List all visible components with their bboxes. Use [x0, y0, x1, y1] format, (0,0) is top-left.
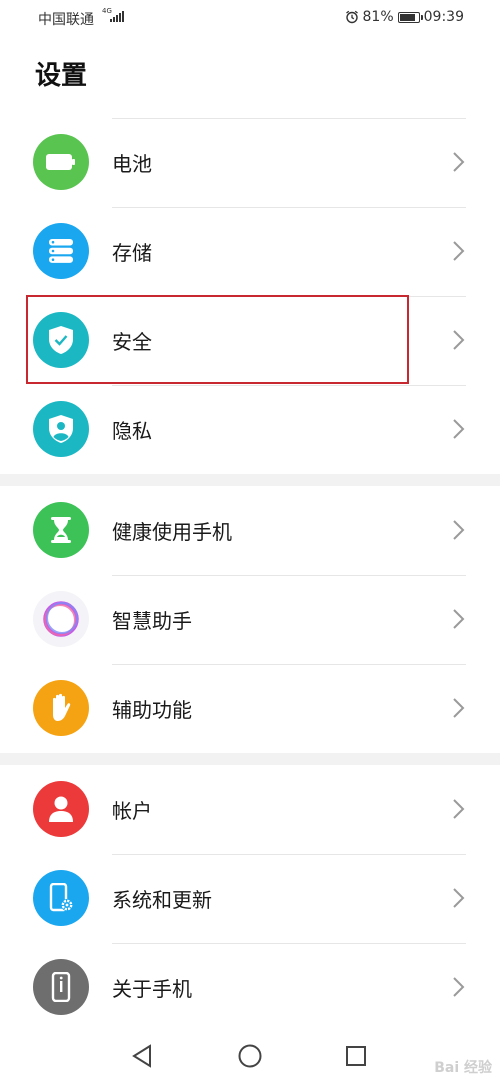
battery-icon	[33, 134, 89, 190]
status-bar: 中国联通 4G 81% 09:39	[0, 0, 500, 36]
carrier-name: 中国联通	[38, 12, 94, 28]
back-icon[interactable]	[128, 1042, 156, 1070]
chevron-right-icon	[453, 330, 465, 350]
group-separator	[0, 753, 500, 765]
settings-item-label: 辅助功能	[112, 698, 192, 722]
privacy-shield-icon	[33, 401, 89, 457]
settings-item-battery[interactable]: 电池	[0, 118, 500, 207]
chevron-right-icon	[453, 152, 465, 172]
account-icon	[33, 781, 89, 837]
settings-item-storage[interactable]: 存储	[0, 207, 500, 296]
security-shield-icon	[33, 312, 89, 368]
chevron-right-icon	[453, 520, 465, 540]
chevron-right-icon	[453, 698, 465, 718]
settings-item-system-update[interactable]: 系统和更新	[0, 854, 500, 943]
settings-item-privacy[interactable]: 隐私	[0, 385, 500, 474]
settings-item-label: 健康使用手机	[112, 520, 232, 544]
alarm-icon	[345, 10, 358, 24]
settings-item-accessibility[interactable]: 辅助功能	[0, 664, 500, 753]
hand-icon	[33, 680, 89, 736]
settings-item-label: 系统和更新	[112, 888, 212, 912]
battery-status-icon	[397, 11, 423, 23]
group-separator	[0, 474, 500, 486]
chevron-right-icon	[453, 888, 465, 908]
settings-item-smart-assistant[interactable]: 智慧助手	[0, 575, 500, 664]
hourglass-icon	[33, 502, 89, 558]
home-icon[interactable]	[236, 1042, 264, 1070]
page-title: 设置	[35, 61, 88, 91]
chevron-right-icon	[453, 799, 465, 819]
settings-item-label: 帐户	[112, 799, 152, 823]
chevron-right-icon	[453, 609, 465, 629]
chevron-right-icon	[453, 977, 465, 997]
settings-item-label: 电池	[112, 152, 152, 176]
storage-icon	[33, 223, 89, 279]
settings-group-1: 电池 存储 安全 隐私	[0, 118, 500, 474]
watermark: Bai 经验	[434, 1060, 492, 1076]
clock: 09:39	[423, 9, 464, 25]
smart-assistant-icon	[33, 591, 89, 647]
settings-item-label: 安全	[112, 330, 152, 354]
settings-item-digital-balance[interactable]: 健康使用手机	[0, 486, 500, 575]
settings-item-about-phone[interactable]: 关于手机	[0, 943, 500, 1032]
chevron-right-icon	[453, 241, 465, 261]
chevron-right-icon	[453, 419, 465, 439]
navigation-bar	[0, 1030, 500, 1083]
about-phone-icon	[33, 959, 89, 1015]
settings-item-label: 关于手机	[112, 977, 192, 1001]
settings-item-label: 智慧助手	[112, 609, 192, 633]
settings-item-label: 存储	[112, 241, 152, 265]
settings-item-label: 隐私	[112, 419, 152, 443]
settings-item-account[interactable]: 帐户	[0, 765, 500, 854]
signal-icon	[110, 10, 126, 22]
settings-item-security[interactable]: 安全	[0, 296, 500, 385]
recents-icon[interactable]	[342, 1042, 370, 1070]
system-update-icon	[33, 870, 89, 926]
battery-percent: 81%	[362, 9, 394, 25]
settings-group-2: 健康使用手机 智慧助手 辅助功能	[0, 486, 500, 753]
settings-group-3: 帐户 系统和更新 关于手机	[0, 765, 500, 1032]
